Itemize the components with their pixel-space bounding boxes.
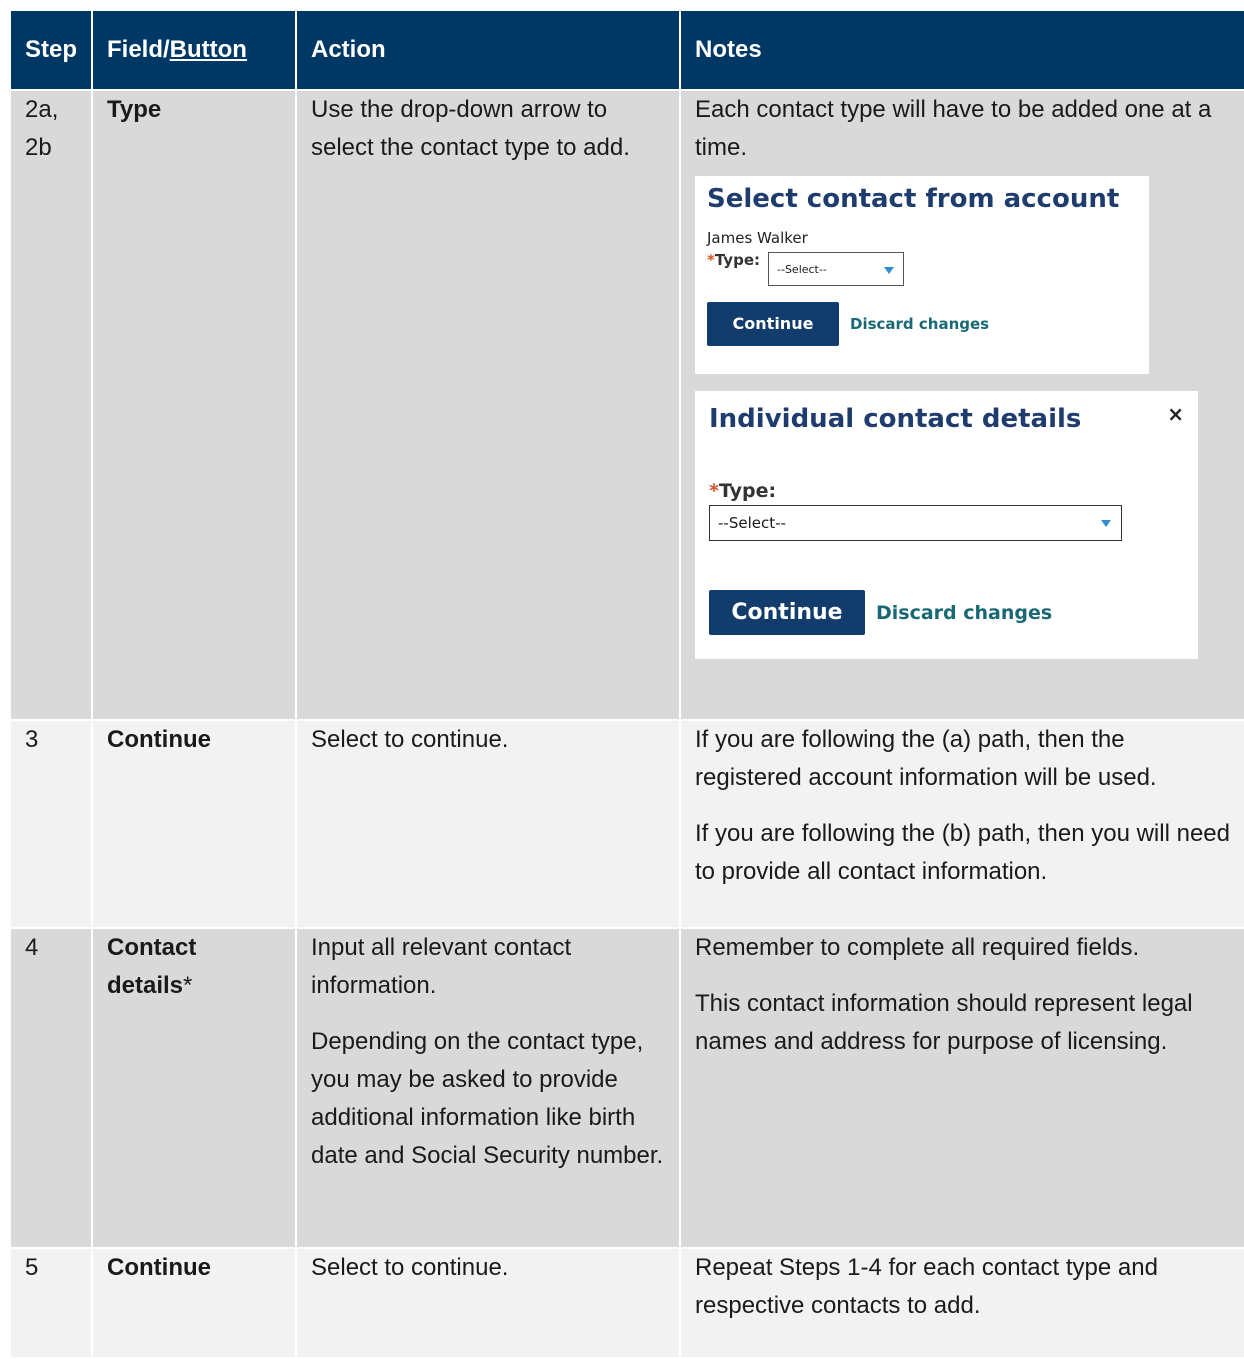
contact-name: James Walker: [707, 229, 808, 247]
continue-button[interactable]: Continue: [709, 590, 865, 635]
button-row: Continue Discard changes: [707, 302, 1137, 346]
table-header-row: Step Field/Button Action Notes: [9, 9, 1244, 91]
button-row: Continue Discard changes: [709, 590, 1184, 635]
screenshot-title: Select contact from account: [707, 184, 1120, 214]
row-notes-text: Each contact type will have to be added …: [695, 96, 1212, 161]
continue-button[interactable]: Continue: [707, 302, 839, 346]
table-row: 3 Continue Select to continue. If you ar…: [9, 719, 1244, 929]
type-row: *Type: --Select--: [707, 250, 1137, 286]
select-contact-screenshot: Select contact from account James Walker…: [695, 176, 1149, 374]
required-asterisk: *: [183, 972, 193, 999]
action-paragraph: Depending on the contact type, you may b…: [311, 1028, 664, 1169]
table-row: 5 Continue Select to continue. Repeat St…: [9, 1247, 1244, 1359]
header-step: Step: [9, 9, 93, 91]
note-paragraph: If you are following the (b) path, then …: [695, 820, 1230, 885]
note-paragraph: If you are following the (a) path, then …: [695, 726, 1157, 791]
screenshot-title: Individual contact details: [709, 404, 1082, 434]
row-notes: If you are following the (a) path, then …: [679, 719, 1244, 929]
required-mark: *: [707, 251, 715, 269]
row-action: Select to continue.: [295, 1247, 681, 1359]
type-select-value: --Select--: [718, 514, 786, 532]
dropdown-arrow-icon: [884, 267, 894, 274]
row-field: Continue: [91, 719, 297, 929]
row-field: Contact details*: [91, 927, 297, 1249]
instructions-table: Step Field/Button Action Notes 2a, 2b Ty…: [9, 9, 1244, 1359]
type-select-value: --Select--: [777, 263, 827, 276]
action-paragraph: Input all relevant contact information.: [311, 934, 572, 999]
row-notes: Each contact type will have to be added …: [679, 89, 1244, 721]
individual-contact-screenshot: Individual contact details × *Type: --Se…: [695, 391, 1198, 659]
header-action: Action: [295, 9, 681, 91]
required-mark: *: [709, 480, 719, 502]
type-select[interactable]: --Select--: [768, 252, 904, 286]
dropdown-arrow-icon: [1101, 520, 1111, 527]
row-notes: Repeat Steps 1-4 for each contact type a…: [679, 1247, 1244, 1359]
type-label-text: Type:: [718, 480, 777, 502]
row-step: 2a, 2b: [9, 89, 93, 721]
type-label: *Type:: [707, 250, 760, 270]
row-action: Use the drop-down arrow to select the co…: [295, 89, 681, 721]
row-field: Continue: [91, 1247, 297, 1359]
type-select[interactable]: --Select--: [709, 505, 1122, 541]
row-field: Type: [91, 89, 297, 721]
header-field-button: Field/Button: [91, 9, 297, 91]
table-row: 4 Contact details* Input all relevant co…: [9, 927, 1244, 1249]
header-notes: Notes: [679, 9, 1244, 91]
note-paragraph: Remember to complete all required fields…: [695, 934, 1140, 961]
row-step: 3: [9, 719, 93, 929]
row-step: 4: [9, 927, 93, 1249]
row-action: Select to continue.: [295, 719, 681, 929]
type-label-text: Type:: [714, 251, 760, 269]
row-notes: Remember to complete all required fields…: [679, 927, 1244, 1249]
table-row: 2a, 2b Type Use the drop-down arrow to s…: [9, 89, 1244, 721]
close-icon[interactable]: ×: [1167, 401, 1184, 427]
note-paragraph: This contact information should represen…: [695, 990, 1193, 1055]
discard-changes-link[interactable]: Discard changes: [876, 594, 1052, 632]
discard-changes-link[interactable]: Discard changes: [850, 305, 989, 343]
header-field-prefix: Field/: [107, 36, 170, 63]
header-field-underlined: Button: [169, 36, 247, 63]
row-action: Input all relevant contact information. …: [295, 927, 681, 1249]
type-label: *Type:: [709, 479, 1184, 503]
row-step: 5: [9, 1247, 93, 1359]
